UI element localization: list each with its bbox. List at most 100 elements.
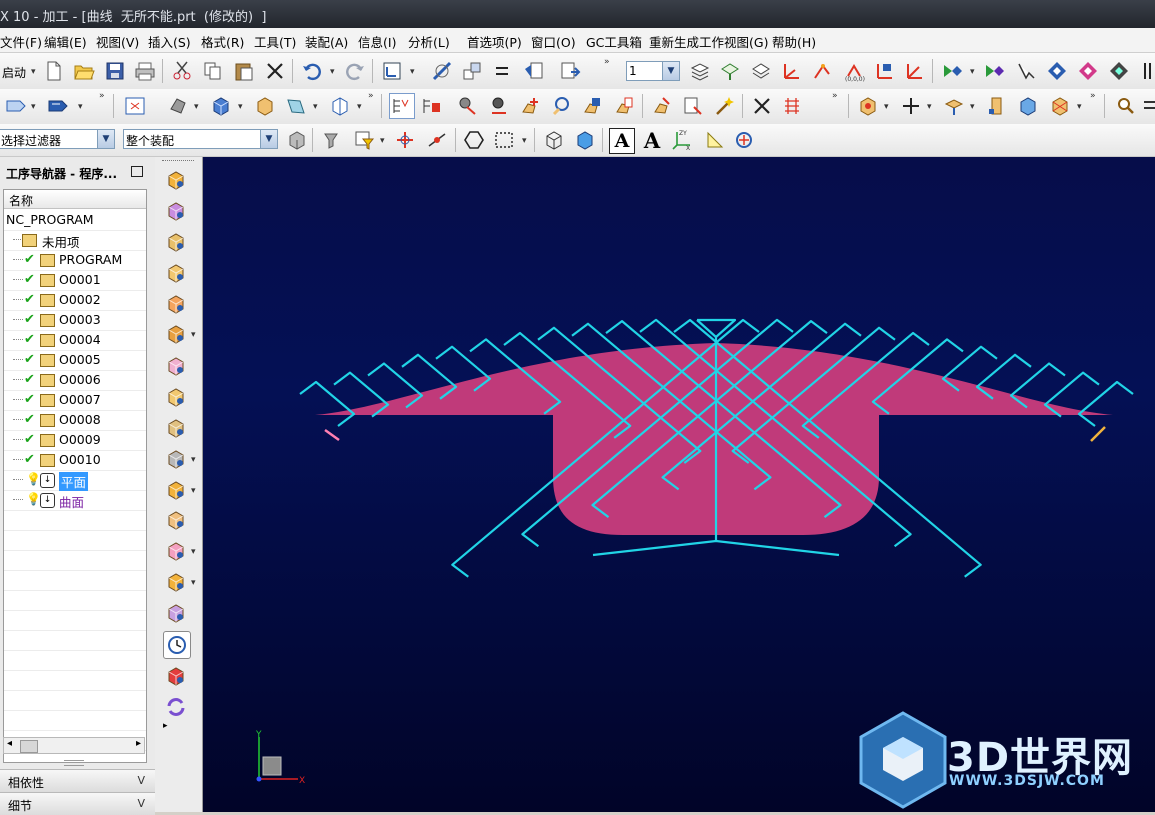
datum-plane-icon[interactable] [942,94,966,118]
toolbar2-overflow2-icon[interactable]: » [368,91,374,101]
perspective-view-icon[interactable] [284,94,308,118]
generate-toolpath-icon[interactable] [650,94,674,118]
section-view-icon[interactable] [328,94,352,118]
replay-dropdown-icon[interactable]: ▾ [970,67,975,77]
tree-row[interactable]: ✔ PROGRAM [4,250,146,271]
tree-hscrollbar[interactable]: ◂ ▸ [3,737,145,754]
orient-view-icon[interactable] [253,94,277,118]
rect-select-dropdown-icon[interactable]: ▾ [522,136,527,146]
paste-icon[interactable] [232,59,256,83]
annotation-text-icon[interactable]: A [609,128,635,154]
rectangle-select-icon[interactable] [492,128,516,152]
perspective-dropdown-icon[interactable]: ▾ [313,102,318,112]
layer-group-icon[interactable] [749,59,773,83]
light-source-icon[interactable] [703,128,727,152]
create-program-dropdown-icon[interactable]: ▾ [31,102,36,112]
csys-axes-icon[interactable]: ZY X [670,128,694,152]
layer-settings-icon[interactable] [522,59,546,83]
text-style-icon[interactable]: A [640,128,664,153]
point-dropdown-icon[interactable]: ▾ [927,102,932,112]
tree-row[interactable]: ✔ O0005 [4,350,146,371]
wcs-dropdown-icon[interactable]: ▾ [410,67,415,77]
wcs-display-icon[interactable] [380,59,404,83]
expand-chevron-icon[interactable]: V [137,797,145,810]
refresh-icon[interactable] [163,694,189,720]
create-tool-dropdown-icon[interactable]: ▾ [78,102,83,112]
tree-row[interactable]: ✔ O0007 [4,390,146,411]
tree-row[interactable]: 💡 ↓ 平面 [4,470,146,491]
menu-tools[interactable]: 工具(T) [254,32,296,51]
layer-visible-icon[interactable] [688,59,712,83]
delete-icon[interactable] [263,59,287,83]
toolbar2-overflow4-icon[interactable]: » [1090,91,1096,101]
planar-mill-icon[interactable] [163,538,189,564]
wcs-dynamics-icon[interactable] [810,59,834,83]
select-feature-icon[interactable] [320,128,344,152]
graphics-window[interactable]: Y X 3D世界网 WWW.3DSJW.COM [203,157,1155,812]
create-tool-icon[interactable] [46,94,70,118]
toolbar2-overflow-icon[interactable]: » [99,91,105,101]
assembly-scope-dropdown-icon[interactable]: ▼ [260,130,277,148]
shaded-view-icon[interactable] [209,94,233,118]
snap-midpoint-icon[interactable] [425,128,449,152]
menu-regenerate-view[interactable]: 重新生成工作视图(G) [649,32,768,51]
lines-icon[interactable] [1140,94,1155,118]
assembly-scope-select[interactable]: 整个装配 ▼ [123,129,278,149]
machine-sim-icon[interactable] [1014,59,1038,83]
magic-wand-icon[interactable] [712,94,736,118]
copy-operation-icon[interactable] [612,94,636,118]
tree-row[interactable]: ✔ O0004 [4,330,146,351]
equals-icon[interactable] [490,59,514,83]
redo-icon[interactable] [343,59,367,83]
output-cls-icon[interactable] [1107,59,1131,83]
grid-icon[interactable] [1140,59,1155,83]
start-dropdown-icon[interactable]: ▾ [31,67,36,77]
shaded-dropdown-icon[interactable]: ▾ [238,102,243,112]
scroll-thumb[interactable] [20,740,38,753]
print-icon[interactable] [133,59,157,83]
machine-tool-view-icon[interactable] [420,94,444,118]
point-constructor-icon[interactable] [899,94,923,118]
menu-gc-toolbox[interactable]: GC工具箱 [586,32,642,51]
undo-icon[interactable] [300,59,324,83]
verify-toolpath-icon[interactable] [681,94,705,118]
menu-view[interactable]: 视图(V) [96,32,139,51]
rotate-view-icon[interactable] [732,128,756,152]
menu-analysis[interactable]: 分析(L) [408,32,450,51]
render-style-icon[interactable] [166,94,190,118]
snap-dropdown-icon[interactable]: ▾ [884,102,889,112]
measure-distance-icon[interactable] [985,94,1009,118]
copy-icon[interactable] [201,59,225,83]
resource-dropdown-icon[interactable]: ▾ [191,578,196,588]
maximize-icon[interactable] [131,166,143,177]
toolbar-overflow-icon[interactable]: » [604,57,610,67]
tree-row[interactable]: 未用项 [4,230,146,251]
selection-filter-dropdown-icon[interactable]: ▼ [97,130,114,148]
menu-window[interactable]: 窗口(O) [531,32,576,51]
type-filter-icon[interactable] [352,128,376,152]
resource-dropdown-icon[interactable]: ▾ [191,455,196,465]
create-operation-icon[interactable] [163,291,189,317]
polygon-select-icon[interactable] [462,128,486,152]
wcs-origin-icon[interactable] [779,59,803,83]
delete-operation-icon[interactable] [750,94,774,118]
find-icon[interactable] [1114,94,1138,118]
bbox-dropdown-icon[interactable]: ▾ [1077,102,1082,112]
edit-object-display-icon[interactable] [430,59,454,83]
assembly-filter-icon[interactable] [285,128,309,152]
create-program-icon[interactable] [163,167,189,193]
wcs-rotate-icon[interactable]: (0,0,0) [842,59,866,83]
snap-endpoint-icon[interactable] [393,128,417,152]
create-geometry-icon[interactable] [163,229,189,255]
wireframe-view-icon[interactable] [542,128,566,152]
menu-edit[interactable]: 编辑(E) [44,32,87,51]
group-icon[interactable] [163,415,189,441]
tree-row[interactable]: ✔ O0009 [4,430,146,451]
menu-file[interactable]: 文件(F) [0,32,42,51]
wcs-set-icon[interactable] [902,59,926,83]
cut-icon[interactable] [170,59,194,83]
thread-mill-icon[interactable] [163,600,189,626]
resource-bar-overflow-icon[interactable]: ▸ [163,721,168,731]
toolbar2-overflow3-icon[interactable]: » [832,91,838,101]
bounding-box-icon[interactable] [1048,94,1072,118]
